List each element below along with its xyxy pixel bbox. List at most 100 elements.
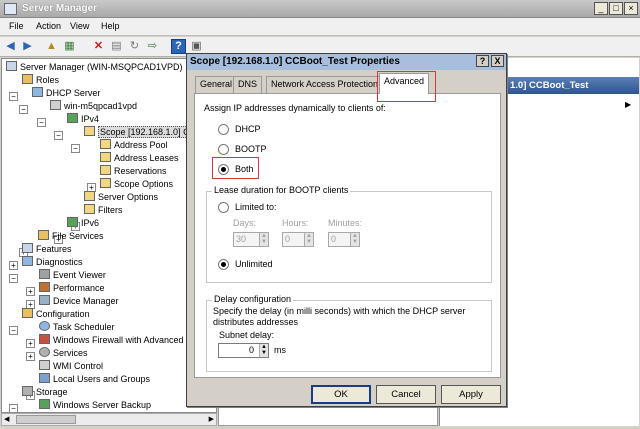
collapse-scope-icon[interactable]: − (71, 144, 80, 153)
ok-button[interactable]: OK (311, 385, 371, 404)
wmi-icon (39, 360, 50, 370)
expand-event-viewer-icon[interactable]: + (26, 287, 35, 296)
apply-button[interactable]: Apply (441, 385, 501, 404)
roles-icon (22, 74, 33, 84)
cancel-button[interactable]: Cancel (376, 385, 436, 404)
tree-storage[interactable]: Storage (22, 386, 68, 399)
actions-header[interactable]: 1.0] CCBoot_Test (507, 77, 639, 94)
tab-general[interactable]: General (195, 76, 238, 93)
tree-device-manager[interactable]: Device Manager (39, 295, 119, 308)
export-list-icon[interactable]: ⇨ (145, 39, 160, 54)
tree-roles[interactable]: Roles (22, 74, 59, 87)
dialog-close-button[interactable]: X (491, 55, 504, 67)
window-titlebar[interactable]: Server Manager _ □ × (0, 0, 640, 18)
console-tree: − − − − − + + + + + − + + − + + + − Serv… (1, 58, 217, 413)
menu-file[interactable]: File (9, 21, 24, 31)
radio-unlimited-label[interactable]: Unlimited (235, 259, 273, 269)
up-folder-icon[interactable]: ▲ (44, 39, 59, 54)
maximize-icon[interactable]: □ (609, 2, 623, 15)
tree-features[interactable]: Features (22, 243, 72, 256)
ipv4-icon (67, 113, 78, 123)
tree-firewall[interactable]: Windows Firewall with Advanced S (39, 334, 192, 347)
firewall-icon (39, 334, 50, 344)
radio-bootp-label[interactable]: BOOTP (235, 144, 267, 154)
properties-icon[interactable]: ▤ (109, 39, 124, 54)
scroll-left-icon[interactable]: ◀ (4, 415, 9, 423)
tree-diagnostics[interactable]: Diagnostics (22, 256, 83, 269)
collapse-configuration-icon[interactable]: − (9, 326, 18, 335)
collapse-diagnostics-icon[interactable]: − (9, 274, 18, 283)
tree-ipv6[interactable]: IPv6 (67, 217, 99, 230)
scroll-thumb[interactable] (16, 415, 76, 424)
tree-task-scheduler[interactable]: Task Scheduler (39, 321, 115, 334)
subnet-delay-label: Subnet delay: (219, 330, 275, 340)
forward-arrow-icon[interactable]: ▶ (20, 39, 35, 54)
actions-expand-arrow-icon[interactable]: ▶ (625, 100, 631, 109)
hours-spinner[interactable]: 0 ▲ ▼ (282, 232, 314, 247)
help-icon[interactable]: ? (171, 39, 186, 54)
tree-host[interactable]: win-m5qpcad1vpd (50, 100, 137, 113)
radio-unlimited[interactable] (218, 259, 229, 270)
subnet-delay-spinner[interactable]: 0 ▲ ▼ (218, 343, 269, 358)
collapse-host-icon[interactable]: − (37, 118, 46, 127)
expand-firewall-icon[interactable]: + (26, 352, 35, 361)
tab-network-access-protection[interactable]: Network Access Protection (266, 76, 384, 93)
tree-services[interactable]: Services (39, 347, 88, 360)
back-arrow-icon[interactable]: ◀ (3, 39, 18, 54)
tree-configuration[interactable]: Configuration (22, 308, 90, 321)
radio-limited[interactable] (218, 202, 229, 213)
radio-dhcp[interactable] (218, 124, 229, 135)
menu-help[interactable]: Help (101, 21, 120, 31)
tree-scope[interactable]: Scope [192.168.1.0] C (84, 126, 192, 139)
collapse-dhcp-icon[interactable]: − (19, 105, 28, 114)
tree-server-options[interactable]: Server Options (84, 191, 158, 204)
tree-local-users[interactable]: Local Users and Groups (39, 373, 150, 386)
expand-task-scheduler-icon[interactable]: + (26, 339, 35, 348)
folder-icon (100, 152, 111, 162)
spinner-arrows-icon[interactable]: ▲ ▼ (304, 233, 313, 246)
dialog-titlebar[interactable]: Scope [192.168.1.0] CCBoot_Test Properti… (187, 54, 506, 70)
menu-view[interactable]: View (70, 21, 89, 31)
tree-filters[interactable]: Filters (84, 204, 123, 217)
dialog-title: Scope [192.168.1.0] CCBoot_Test Properti… (190, 56, 400, 67)
tree-backup[interactable]: Windows Server Backup (39, 399, 151, 412)
tree-wmi[interactable]: WMI Control (39, 360, 103, 373)
minutes-spinner[interactable]: 0 ▲ ▼ (328, 232, 360, 247)
tree-address-leases[interactable]: Address Leases (100, 152, 179, 165)
spinner-arrows-icon[interactable]: ▲ ▼ (259, 233, 268, 246)
tree-ipv4[interactable]: IPv4 (67, 113, 99, 126)
tree-reservations[interactable]: Reservations (100, 165, 167, 178)
close-icon[interactable]: × (624, 2, 638, 15)
spinner-arrows-icon[interactable]: ▲ ▼ (350, 233, 359, 246)
days-spinner[interactable]: 30 ▲ ▼ (233, 232, 269, 247)
dialog-help-button[interactable]: ? (476, 55, 489, 67)
tree-performance[interactable]: Performance (39, 282, 105, 295)
tree-horizontal-scrollbar[interactable]: ◀ ▶ (1, 413, 217, 426)
spinner-arrows-icon[interactable]: ▲ ▼ (259, 344, 268, 357)
radio-dhcp-label[interactable]: DHCP (235, 124, 261, 134)
minimize-icon[interactable]: _ (594, 2, 608, 15)
scroll-right-icon[interactable]: ▶ (209, 415, 214, 423)
tree-dhcp-server[interactable]: DHCP Server (32, 87, 100, 100)
collapse-storage-icon[interactable]: − (9, 404, 18, 412)
tab-dns[interactable]: DNS (233, 76, 263, 93)
collapse-ipv4-icon[interactable]: − (54, 131, 63, 140)
collapse-roles-icon[interactable]: − (9, 92, 18, 101)
radio-bootp[interactable] (218, 144, 229, 155)
menu-bar: File Action View Help (0, 18, 640, 36)
tree-address-pool[interactable]: Address Pool (100, 139, 168, 152)
tab-advanced[interactable]: Advanced (379, 73, 430, 94)
subnet-delay-value: 0 (249, 345, 255, 355)
show-hide-tree-icon[interactable]: ▦ (62, 39, 77, 54)
lease-group-label: Lease duration for BOOTP clients (212, 185, 351, 195)
tree-server-manager[interactable]: Server Manager (WIN-MSQPCAD1VPD) (6, 61, 183, 74)
delete-icon[interactable]: ✕ (91, 39, 106, 54)
tree-event-viewer[interactable]: Event Viewer (39, 269, 106, 282)
refresh-icon[interactable]: ↻ (127, 39, 142, 54)
expand-features-icon[interactable]: + (9, 261, 18, 270)
tree-scope-options[interactable]: Scope Options (100, 178, 173, 191)
tree-file-services[interactable]: File Services (38, 230, 104, 243)
mmc-view-icon[interactable]: ▣ (189, 39, 204, 54)
menu-action[interactable]: Action (36, 21, 61, 31)
radio-limited-label[interactable]: Limited to: (235, 202, 277, 212)
